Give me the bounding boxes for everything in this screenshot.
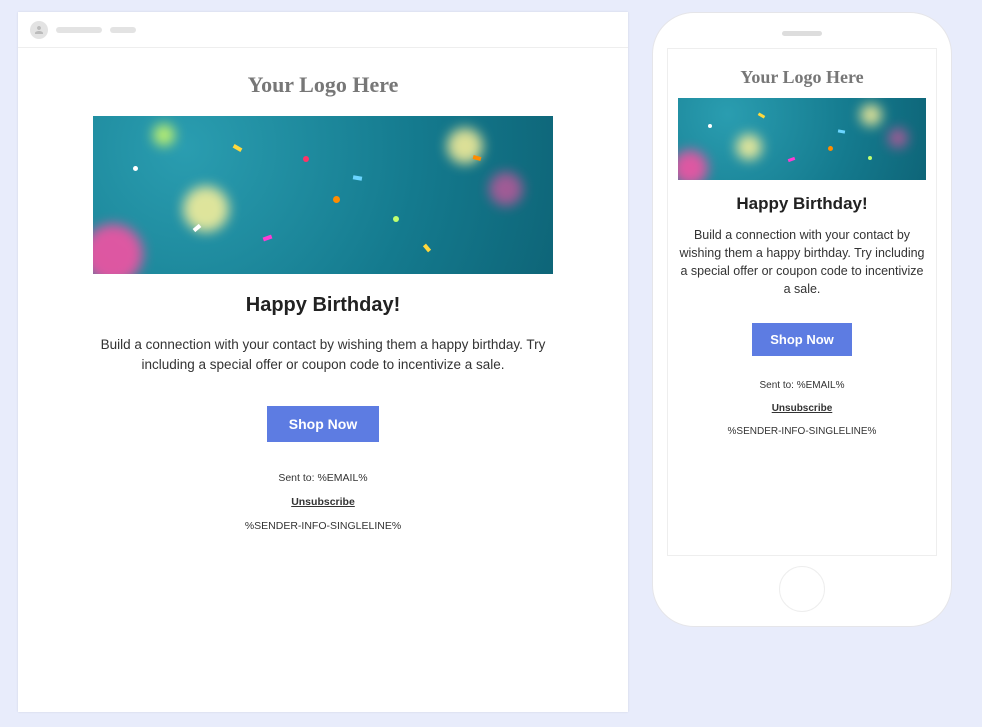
placeholder-line bbox=[110, 27, 136, 33]
hero-image bbox=[93, 116, 553, 274]
placeholder-line bbox=[56, 27, 102, 33]
sender-info-text: %SENDER-INFO-SINGLELINE% bbox=[52, 520, 594, 532]
body-copy: Build a connection with your contact by … bbox=[88, 335, 558, 374]
phone-home-button bbox=[779, 566, 825, 612]
shop-now-button[interactable]: Shop Now bbox=[752, 323, 852, 356]
headline: Happy Birthday! bbox=[52, 294, 594, 317]
hero-image bbox=[678, 98, 926, 180]
sender-info-text: %SENDER-INFO-SINGLELINE% bbox=[678, 426, 926, 437]
desktop-email-body: Your Logo Here Happy Birthday! Build a bbox=[18, 48, 628, 558]
logo-text: Your Logo Here bbox=[52, 72, 594, 98]
desktop-preview-header bbox=[18, 12, 628, 48]
mobile-email-body: Your Logo Here Happy Birthday! Build a c… bbox=[667, 48, 937, 556]
user-icon bbox=[30, 21, 48, 39]
headline: Happy Birthday! bbox=[678, 194, 926, 214]
body-copy: Build a connection with your contact by … bbox=[678, 226, 926, 299]
unsubscribe-link[interactable]: Unsubscribe bbox=[772, 403, 833, 414]
sent-to-text: Sent to: %EMAIL% bbox=[678, 380, 926, 391]
email-footer: Sent to: %EMAIL% Unsubscribe %SENDER-INF… bbox=[52, 472, 594, 532]
desktop-preview: Your Logo Here Happy Birthday! Build a bbox=[18, 12, 628, 712]
logo-text: Your Logo Here bbox=[678, 67, 926, 88]
email-footer: Sent to: %EMAIL% Unsubscribe %SENDER-INF… bbox=[678, 380, 926, 437]
unsubscribe-link[interactable]: Unsubscribe bbox=[291, 496, 355, 508]
mobile-preview: Your Logo Here Happy Birthday! Build a c… bbox=[652, 12, 952, 627]
phone-speaker bbox=[782, 31, 822, 36]
shop-now-button[interactable]: Shop Now bbox=[267, 406, 379, 442]
sent-to-text: Sent to: %EMAIL% bbox=[52, 472, 594, 484]
